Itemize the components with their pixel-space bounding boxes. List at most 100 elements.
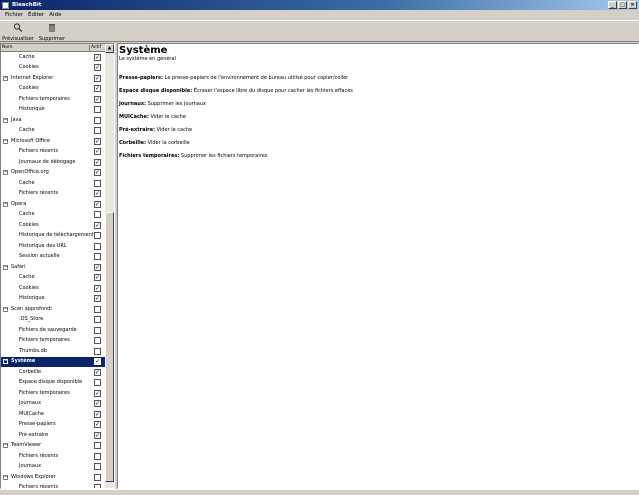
tree-option-row[interactable]: Cookies ✓ [1,84,105,95]
tree-option-row[interactable]: Fichiers récents [1,451,105,462]
active-checkbox[interactable]: ✓ [94,64,101,71]
active-checkbox[interactable] [94,127,101,134]
collapse-icon[interactable]: − [3,474,8,480]
tree-option-row[interactable]: Cache [1,178,105,189]
collapse-icon[interactable]: − [3,359,8,364]
tree-option-row[interactable]: Cache ✓ [1,273,105,284]
tree-group-row[interactable]: − Internet Explorer ✓ [1,73,105,84]
active-checkbox[interactable]: ✓ [94,274,101,281]
active-checkbox[interactable]: ✓ [94,410,101,418]
tree-option-row[interactable]: Presse-papiers ✓ [1,420,105,431]
active-checkbox[interactable]: ✓ [94,421,101,428]
tree-option-row[interactable]: Fichiers temporaires [1,336,105,347]
tree-option-row[interactable]: Fichiers récents ✓ [1,189,105,200]
collapse-icon[interactable]: − [3,264,8,270]
active-checkbox[interactable] [94,253,101,260]
tree-option-row[interactable]: Thumbs.db [1,346,105,357]
active-checkbox[interactable]: ✓ [94,148,101,155]
active-checkbox[interactable] [94,347,101,355]
tree-group-row[interactable]: − Scan approfondi [1,304,105,315]
active-checkbox[interactable]: ✓ [94,400,101,407]
tree-option-row[interactable]: Historique [1,105,105,116]
active-checkbox[interactable] [94,452,101,460]
tree-group-row[interactable]: − Safari ✓ [1,262,105,273]
active-checkbox[interactable]: ✓ [94,53,101,61]
collapse-icon[interactable]: − [3,138,8,144]
collapse-icon[interactable]: − [3,117,8,123]
active-checkbox[interactable]: ✓ [94,95,101,103]
tree-option-row[interactable]: Cache [1,126,105,137]
tree-option-row[interactable]: MUICache ✓ [1,409,105,420]
collapse-icon[interactable]: − [3,75,8,81]
tree-group-row[interactable]: − Java [1,115,105,126]
tree-option-row[interactable]: Cache ✓ [1,52,105,63]
active-checkbox[interactable] [94,316,101,323]
tree-option-row[interactable]: Cookies ✓ [1,283,105,294]
tree-option-row[interactable]: Journaux de débogage ✓ [1,157,105,168]
column-header-active[interactable]: Actif [89,45,105,52]
delete-button[interactable]: Supprimer [37,23,67,42]
active-checkbox[interactable]: ✓ [94,295,101,302]
close-button[interactable]: × [628,1,637,9]
tree-group-row[interactable]: − OpenOffice.org ✓ [1,168,105,179]
collapse-icon[interactable]: − [3,443,8,448]
menu-edit[interactable]: Éditer [26,10,47,20]
collapse-icon[interactable]: − [3,170,8,175]
active-checkbox[interactable] [94,242,101,250]
tree-option-row[interactable]: Session actuelle [1,252,105,263]
active-checkbox[interactable] [94,442,101,449]
tree-option-row[interactable]: Historique ✓ [1,294,105,305]
active-checkbox[interactable] [94,337,101,344]
tree-option-row[interactable]: Journaux ✓ [1,399,105,410]
active-checkbox[interactable] [94,179,101,187]
tree-group-row[interactable]: − Microsoft Office ✓ [1,136,105,147]
maximize-button[interactable]: □ [618,1,627,9]
menu-help[interactable]: Aide [47,10,64,20]
active-checkbox[interactable]: ✓ [94,221,101,229]
tree-option-row[interactable]: Cache [1,210,105,221]
scroll-thumb[interactable] [105,212,114,482]
minimize-button[interactable]: _ [608,1,617,9]
active-checkbox[interactable] [94,106,101,113]
tree-group-row[interactable]: − TeamViewer [1,441,105,452]
tree-option-row[interactable]: Journaux [1,462,105,473]
tree-option-row[interactable]: Cookies ✓ [1,220,105,231]
collapse-icon[interactable]: − [3,306,8,312]
active-checkbox[interactable]: ✓ [94,200,101,208]
tree-option-row[interactable]: Fichiers temporaires ✓ [1,94,105,105]
active-checkbox[interactable]: ✓ [94,431,101,439]
active-checkbox[interactable]: ✓ [94,358,101,365]
active-checkbox[interactable] [94,463,101,470]
active-checkbox[interactable]: ✓ [94,368,101,376]
collapse-icon[interactable]: − [3,201,8,207]
active-checkbox[interactable] [94,211,101,218]
active-checkbox[interactable]: ✓ [94,137,101,145]
tree-option-row[interactable]: .DS_Store [1,315,105,326]
active-checkbox[interactable] [94,379,101,386]
active-checkbox[interactable]: ✓ [94,284,101,292]
menu-file[interactable]: Fichier [3,10,26,20]
tree-scrollbar[interactable]: ▲ [105,44,114,488]
active-checkbox[interactable]: ✓ [94,389,101,397]
active-checkbox[interactable]: ✓ [94,74,101,82]
tree-option-row[interactable]: Fichiers de sauvegarde [1,325,105,336]
active-checkbox[interactable]: ✓ [94,85,101,92]
active-checkbox[interactable] [94,326,101,334]
tree-option-row[interactable]: Pré-extraire ✓ [1,430,105,441]
active-checkbox[interactable]: ✓ [94,190,101,197]
active-checkbox[interactable]: ✓ [94,263,101,271]
tree-option-row[interactable]: Espace disque disponible [1,378,105,389]
active-checkbox[interactable]: ✓ [94,169,101,176]
active-checkbox[interactable] [94,116,101,124]
scroll-up-button[interactable]: ▲ [105,44,114,53]
tree-option-row[interactable]: Cookies ✓ [1,63,105,74]
tree-group-row[interactable]: − Windows Explorer [1,472,105,483]
active-checkbox[interactable] [94,473,101,481]
tree-option-row[interactable]: Corbeille ✓ [1,367,105,378]
tree-group-row[interactable]: − Opera ✓ [1,199,105,210]
tree-option-row[interactable]: Fichiers récents ✓ [1,147,105,158]
active-checkbox[interactable] [94,232,101,239]
active-checkbox[interactable] [94,305,101,313]
column-header-name[interactable]: Nom [2,45,13,50]
tree-option-row[interactable]: Fichiers temporaires ✓ [1,388,105,399]
